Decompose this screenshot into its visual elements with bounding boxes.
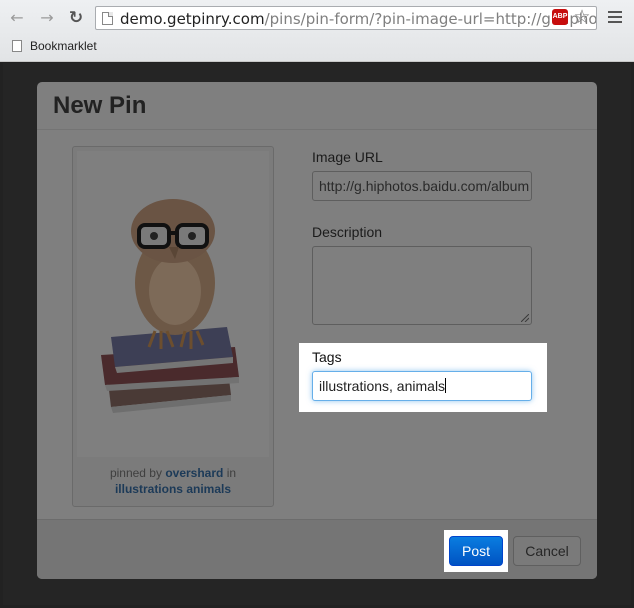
post-highlight: Post: [444, 530, 508, 572]
owl: [131, 199, 215, 349]
modal-title: New Pin: [53, 92, 147, 119]
pinned-by-prefix: pinned by: [109, 466, 162, 480]
tags-input[interactable]: illustrations, animals: [312, 371, 532, 401]
bookmark-page-icon: [12, 40, 22, 52]
pin-author-link[interactable]: overshard: [165, 466, 223, 480]
tags-value: illustrations, animals: [319, 378, 446, 394]
pin-preview: pinned by overshard in illustrations ani…: [72, 146, 274, 507]
browser-chrome: ← → ↻ demo.getpinry.com/pins/pin-form/?p…: [0, 0, 634, 62]
text-caret: [445, 378, 447, 393]
tags-highlight: Tags illustrations, animals: [299, 343, 547, 412]
image-url-label: Image URL: [312, 149, 383, 165]
bookmark-item-bookmarklet[interactable]: Bookmarklet: [30, 39, 97, 53]
owl-illustration: [101, 199, 239, 413]
post-button[interactable]: Post: [449, 536, 503, 566]
pin-meta: pinned by overshard in illustrations ani…: [73, 465, 273, 497]
page-overlay: New Pin pinned by overshard in illustrat…: [3, 63, 631, 605]
reload-icon[interactable]: ↻: [67, 9, 85, 27]
adblock-icon[interactable]: ABP: [552, 9, 568, 25]
pin-tags-link[interactable]: illustrations animals: [115, 482, 231, 496]
page-icon: [102, 12, 113, 25]
new-pin-modal: New Pin pinned by overshard in illustrat…: [37, 82, 597, 579]
bookmarks-bar: Bookmarklet: [0, 36, 634, 58]
address-bar[interactable]: demo.getpinry.com/pins/pin-form/?pin-ima…: [95, 6, 597, 30]
url-host: demo.getpinry.com: [120, 10, 265, 28]
forward-arrow-icon[interactable]: →: [38, 9, 56, 27]
resize-grip-icon[interactable]: [521, 314, 529, 322]
image-url-input[interactable]: http://g.hiphotos.baidu.com/album: [312, 171, 532, 201]
modal-header: New Pin: [37, 82, 597, 130]
menu-icon[interactable]: [608, 11, 622, 23]
pin-image: [77, 151, 269, 457]
back-arrow-icon[interactable]: ←: [8, 9, 26, 27]
bookmark-star-icon[interactable]: ☆: [572, 7, 592, 27]
description-label: Description: [312, 224, 383, 240]
cancel-button[interactable]: Cancel: [513, 536, 581, 566]
url-text: demo.getpinry.com/pins/pin-form/?pin-ima…: [120, 10, 597, 28]
tags-label: Tags: [312, 349, 342, 365]
url-path: /pins/pin-form/?pin-image-url=http://g.h…: [264, 10, 597, 28]
description-textarea[interactable]: [312, 246, 532, 325]
pinned-in-text: in: [226, 466, 237, 480]
